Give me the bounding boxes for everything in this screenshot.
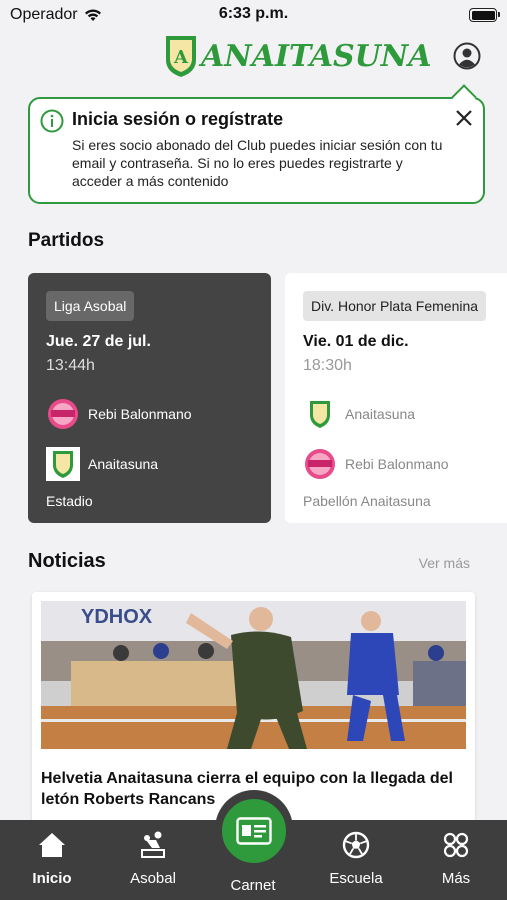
tab-inicio[interactable]: Inicio bbox=[2, 820, 102, 900]
logo-wordmark: ANAITASUNA bbox=[201, 38, 432, 74]
tab-label: Más bbox=[441, 870, 471, 887]
match-card[interactable]: Liga Asobal Jue. 27 de jul. 13:44h Rebi … bbox=[28, 273, 271, 523]
match-time: 18:30h bbox=[303, 357, 352, 374]
tab-carnet[interactable] bbox=[220, 797, 288, 865]
banner-board-text: YDHOX bbox=[81, 606, 153, 628]
banner-title: Inicia sesión o regístrate bbox=[72, 109, 284, 129]
club-crest-icon: A bbox=[166, 36, 196, 77]
tab-mas[interactable]: Más bbox=[406, 820, 506, 900]
team-name: Anaitasuna bbox=[345, 406, 416, 422]
partidos-title: Partidos bbox=[28, 230, 105, 251]
login-banner[interactable]: Inicia sesión o regístrate Si eres socio… bbox=[28, 97, 485, 204]
tab-asobal[interactable]: Asobal bbox=[103, 820, 203, 900]
close-icon[interactable] bbox=[455, 109, 473, 127]
home-team-row: Rebi Balonmano bbox=[46, 397, 253, 431]
team-name: Anaitasuna bbox=[88, 456, 159, 472]
match-venue: Estadio bbox=[46, 493, 93, 509]
match-time: 13:44h bbox=[46, 357, 95, 374]
match-date: Jue. 27 de jul. bbox=[46, 333, 151, 350]
tab-label: Escuela bbox=[329, 870, 383, 887]
wifi-icon bbox=[84, 9, 101, 21]
competition-badge: Div. Honor Plata Femenina bbox=[303, 291, 487, 321]
news-image: YDHOX bbox=[41, 601, 466, 749]
status-left: Operador bbox=[10, 6, 102, 24]
anaitasuna-team-logo-icon bbox=[310, 401, 330, 428]
match-venue: Pabellón Anaitasuna bbox=[303, 493, 431, 509]
ball-icon bbox=[342, 831, 370, 859]
ver-mas-link[interactable]: Ver más bbox=[419, 555, 470, 571]
info-icon bbox=[40, 109, 64, 133]
crest-letter: A bbox=[173, 47, 189, 68]
noticias-title: Noticias bbox=[28, 550, 106, 572]
app-header: A ANAITASUNA bbox=[0, 30, 507, 86]
team-name: Rebi Balonmano bbox=[88, 406, 192, 422]
status-bar: Operador bbox=[0, 0, 507, 30]
app-logo: A ANAITASUNA bbox=[165, 34, 432, 78]
id-card-icon bbox=[236, 817, 272, 845]
home-team-row: Anaitasuna bbox=[303, 397, 507, 431]
grid-icon bbox=[443, 832, 469, 858]
banner-body: Si eres socio abonado del Club puedes in… bbox=[72, 137, 443, 189]
away-team-row: Rebi Balonmano bbox=[303, 447, 507, 481]
match-card[interactable]: Div. Honor Plata Femenina Vie. 01 de dic… bbox=[285, 273, 507, 523]
handball-icon bbox=[141, 831, 165, 858]
team-name: Rebi Balonmano bbox=[345, 456, 449, 472]
away-team-row: Anaitasuna bbox=[46, 447, 253, 481]
profile-icon[interactable] bbox=[453, 42, 481, 70]
competition-badge: Liga Asobal bbox=[46, 291, 135, 321]
carrier-label: Operador bbox=[10, 6, 78, 23]
anaitasuna-team-logo-icon bbox=[46, 447, 80, 481]
battery-icon bbox=[469, 8, 500, 22]
home-icon bbox=[39, 833, 65, 857]
tab-escuela[interactable]: Escuela bbox=[306, 820, 406, 900]
rebi-team-logo-icon bbox=[305, 449, 335, 479]
tab-label: Carnet bbox=[230, 877, 276, 894]
rebi-team-logo-icon bbox=[48, 399, 78, 429]
tab-label: Asobal bbox=[130, 870, 176, 887]
tab-label: Inicio bbox=[32, 870, 72, 887]
match-date: Vie. 01 de dic. bbox=[303, 333, 409, 350]
